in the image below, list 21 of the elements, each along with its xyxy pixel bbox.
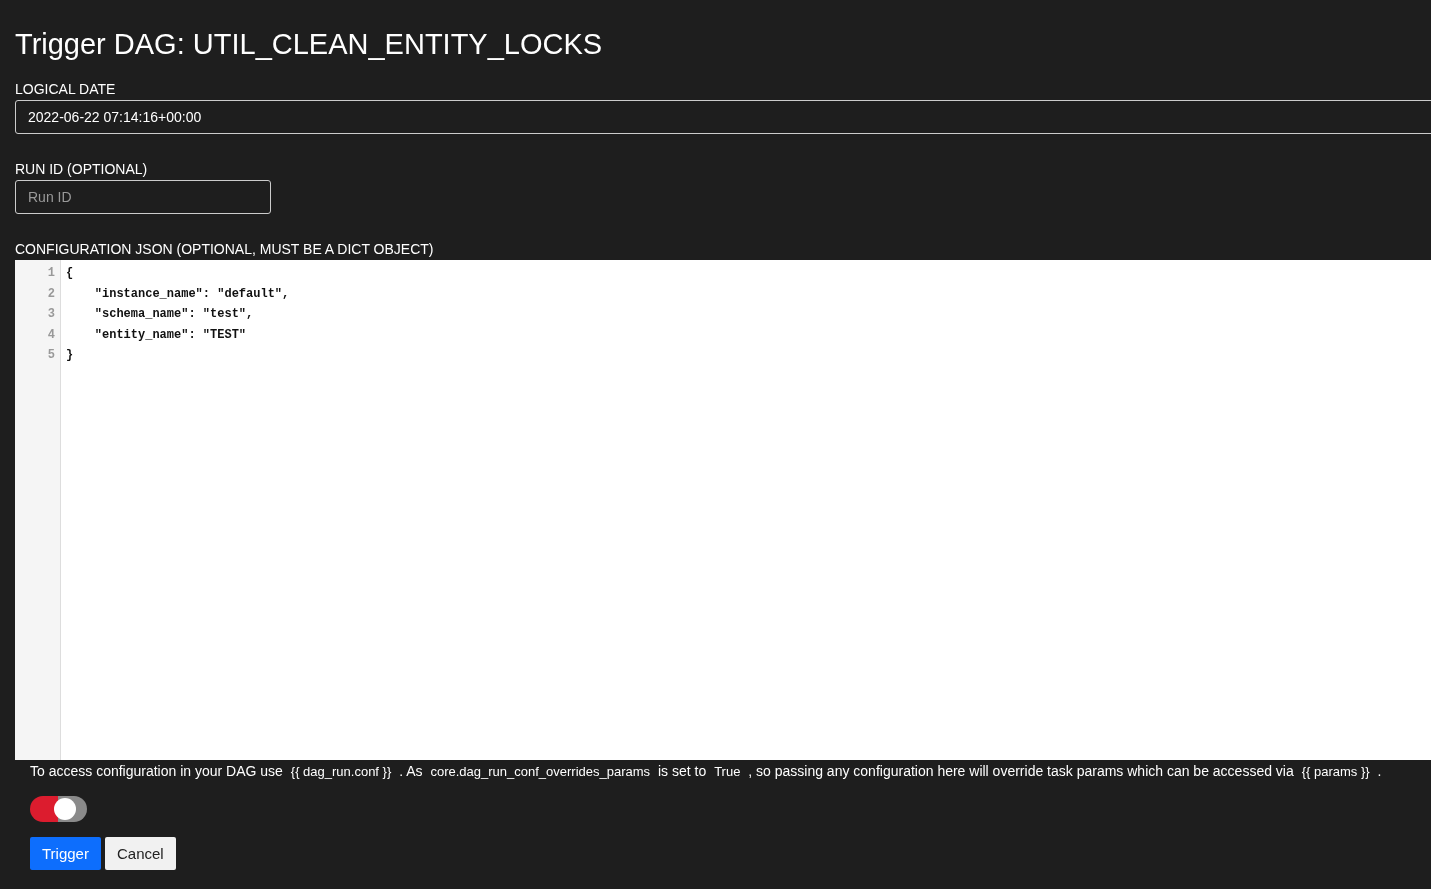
line-number: 3 bbox=[46, 307, 56, 324]
line-number: 1 bbox=[46, 266, 56, 282]
line-number: 2 bbox=[46, 286, 56, 303]
logical-date-field[interactable]: 2022-06-22 07:14:16+00:00 bbox=[15, 100, 1431, 134]
code-line: } bbox=[66, 348, 75, 365]
toggle-switch[interactable] bbox=[30, 796, 87, 822]
help-text: To access configuration in your DAG use {{ dag_run.conf }} . As core.dag_run_conf_overrides_params is set to True , so passing any configuration here will override task params which can be accessed via {{ params }} . bbox=[30, 762, 1383, 781]
line-number: 4 bbox=[46, 327, 56, 344]
line-number: 5 bbox=[46, 348, 56, 365]
run-id-field[interactable]: Run ID bbox=[15, 180, 271, 214]
field-label: CONFIGURATION JSON (OPTIONAL, MUST BE A DICT OBJECT) bbox=[15, 241, 435, 257]
cancel-button[interactable]: Cancel bbox=[104, 837, 176, 870]
field-label: LOGICAL DATE bbox=[15, 81, 117, 97]
code-line: { bbox=[66, 266, 75, 282]
trigger-button[interactable]: Trigger bbox=[30, 837, 101, 870]
code-line: "entity_name": "TEST" bbox=[93, 327, 248, 344]
code-line: "instance_name": "default", bbox=[93, 286, 290, 303]
field-label: RUN ID (OPTIONAL) bbox=[15, 161, 149, 177]
code-line: "schema_name": "test", bbox=[93, 307, 255, 324]
json-editor[interactable]: 1 2 3 4 5 { "instance_name": "default", "schema_name": "test", "entity_name": "TEST" } bbox=[15, 260, 1431, 760]
dialog-title: Trigger DAG: UTIL_CLEAN_ENTITY_LOCKS bbox=[15, 27, 604, 62]
